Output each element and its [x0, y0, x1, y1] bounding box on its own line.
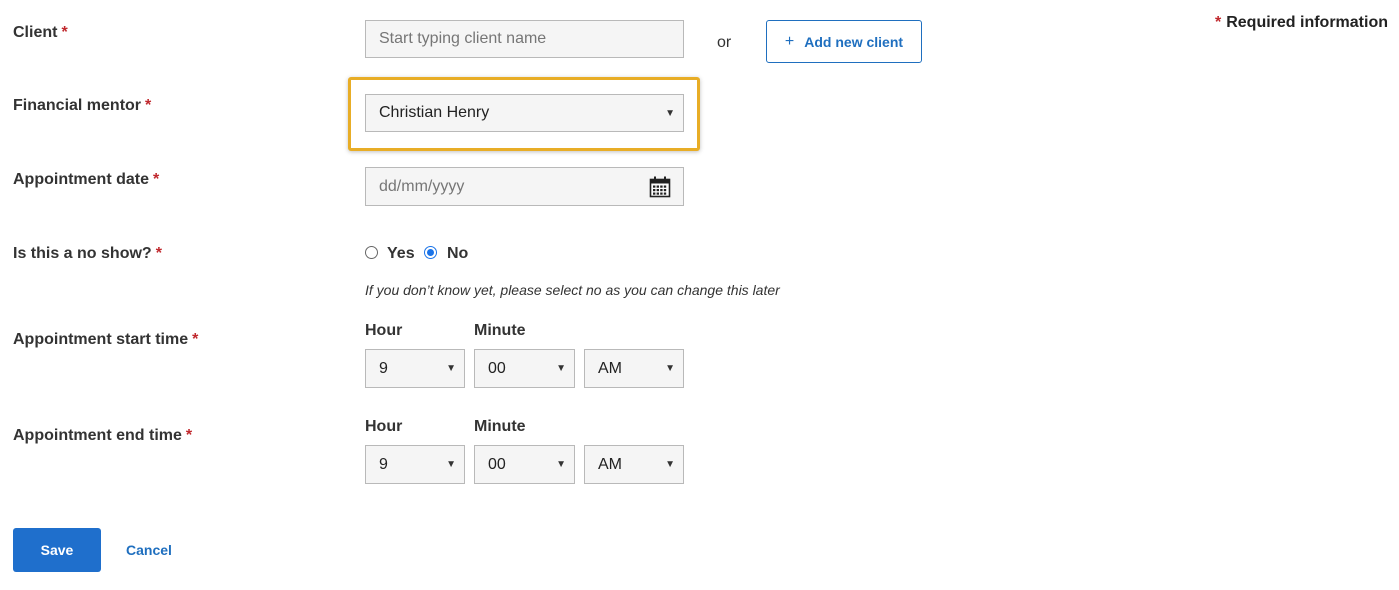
end-time-label-text: Appointment end time: [13, 427, 182, 444]
required-information-text: Required information: [1226, 14, 1388, 31]
appointment-date-placeholder: dd/mm/yyyy: [379, 177, 465, 195]
cancel-button[interactable]: Cancel: [126, 542, 172, 558]
no-show-no-label[interactable]: No: [447, 245, 468, 263]
client-label: Client *: [13, 24, 68, 42]
chevron-down-icon: ▼: [665, 459, 675, 470]
appointment-form: * Required information Client * Start typi…: [0, 0, 1399, 590]
chevron-down-icon: ▼: [446, 363, 456, 374]
no-show-yes-label[interactable]: Yes: [387, 245, 415, 263]
financial-mentor-select[interactable]: Christian Henry ▼: [365, 94, 684, 132]
client-label-text: Client: [13, 24, 58, 41]
required-marker: *: [145, 97, 152, 114]
end-time-label: Appointment end time *: [13, 427, 192, 445]
no-show-no-radio[interactable]: [424, 246, 437, 259]
plus-icon: +: [784, 32, 795, 50]
start-minute-label: Minute: [474, 322, 526, 339]
appointment-date-input[interactable]: dd/mm/yyyy: [365, 167, 684, 206]
required-marker: *: [61, 24, 68, 41]
client-search-input[interactable]: Start typing client name: [365, 20, 684, 58]
start-hour-value: 9: [379, 359, 388, 377]
chevron-down-icon: ▼: [556, 459, 566, 470]
start-period-select[interactable]: AM ▼: [584, 349, 684, 388]
no-show-label: Is this a no show? *: [13, 245, 162, 263]
start-minute-value: 00: [488, 359, 506, 377]
no-show-yes-radio[interactable]: [365, 246, 378, 259]
end-minute-label: Minute: [474, 418, 526, 435]
appointment-date-label: Appointment date *: [13, 171, 159, 189]
start-time-label-text: Appointment start time: [13, 331, 189, 348]
start-minute-select[interactable]: 00 ▼: [474, 349, 575, 388]
end-hour-value: 9: [379, 455, 388, 473]
required-marker: *: [155, 245, 162, 262]
no-show-hint: If you don’t know yet, please select no …: [365, 282, 780, 298]
financial-mentor-label-text: Financial mentor: [13, 97, 142, 114]
chevron-down-icon: ▼: [446, 459, 456, 470]
save-button[interactable]: Save: [13, 528, 101, 572]
end-period-value: AM: [598, 455, 622, 473]
add-new-client-label: Add new client: [804, 33, 904, 50]
no-show-label-text: Is this a no show?: [13, 245, 152, 262]
end-minute-value: 00: [488, 455, 506, 473]
chevron-down-icon: ▼: [665, 363, 675, 374]
required-information-note: * Required information: [1215, 14, 1388, 32]
chevron-down-icon: ▼: [556, 363, 566, 374]
financial-mentor-label: Financial mentor *: [13, 97, 151, 115]
start-hour-select[interactable]: 9 ▼: [365, 349, 465, 388]
required-star: *: [1214, 14, 1222, 31]
calendar-icon[interactable]: [649, 176, 671, 198]
chevron-down-icon: ▼: [665, 107, 675, 119]
required-marker: *: [185, 427, 193, 444]
client-search-placeholder: Start typing client name: [379, 30, 547, 47]
end-period-select[interactable]: AM ▼: [584, 445, 684, 484]
appointment-date-label-text: Appointment date: [13, 171, 149, 188]
start-hour-label: Hour: [365, 322, 403, 339]
end-hour-label: Hour: [365, 418, 403, 435]
end-minute-select[interactable]: 00 ▼: [474, 445, 575, 484]
add-new-client-button[interactable]: + Add new client: [766, 20, 922, 63]
required-marker: *: [153, 171, 160, 188]
or-separator: or: [717, 34, 732, 51]
required-marker: *: [192, 331, 199, 348]
end-hour-select[interactable]: 9 ▼: [365, 445, 465, 484]
start-period-value: AM: [598, 359, 622, 377]
start-time-label: Appointment start time *: [13, 331, 198, 349]
financial-mentor-selected-value: Christian Henry: [379, 104, 490, 121]
